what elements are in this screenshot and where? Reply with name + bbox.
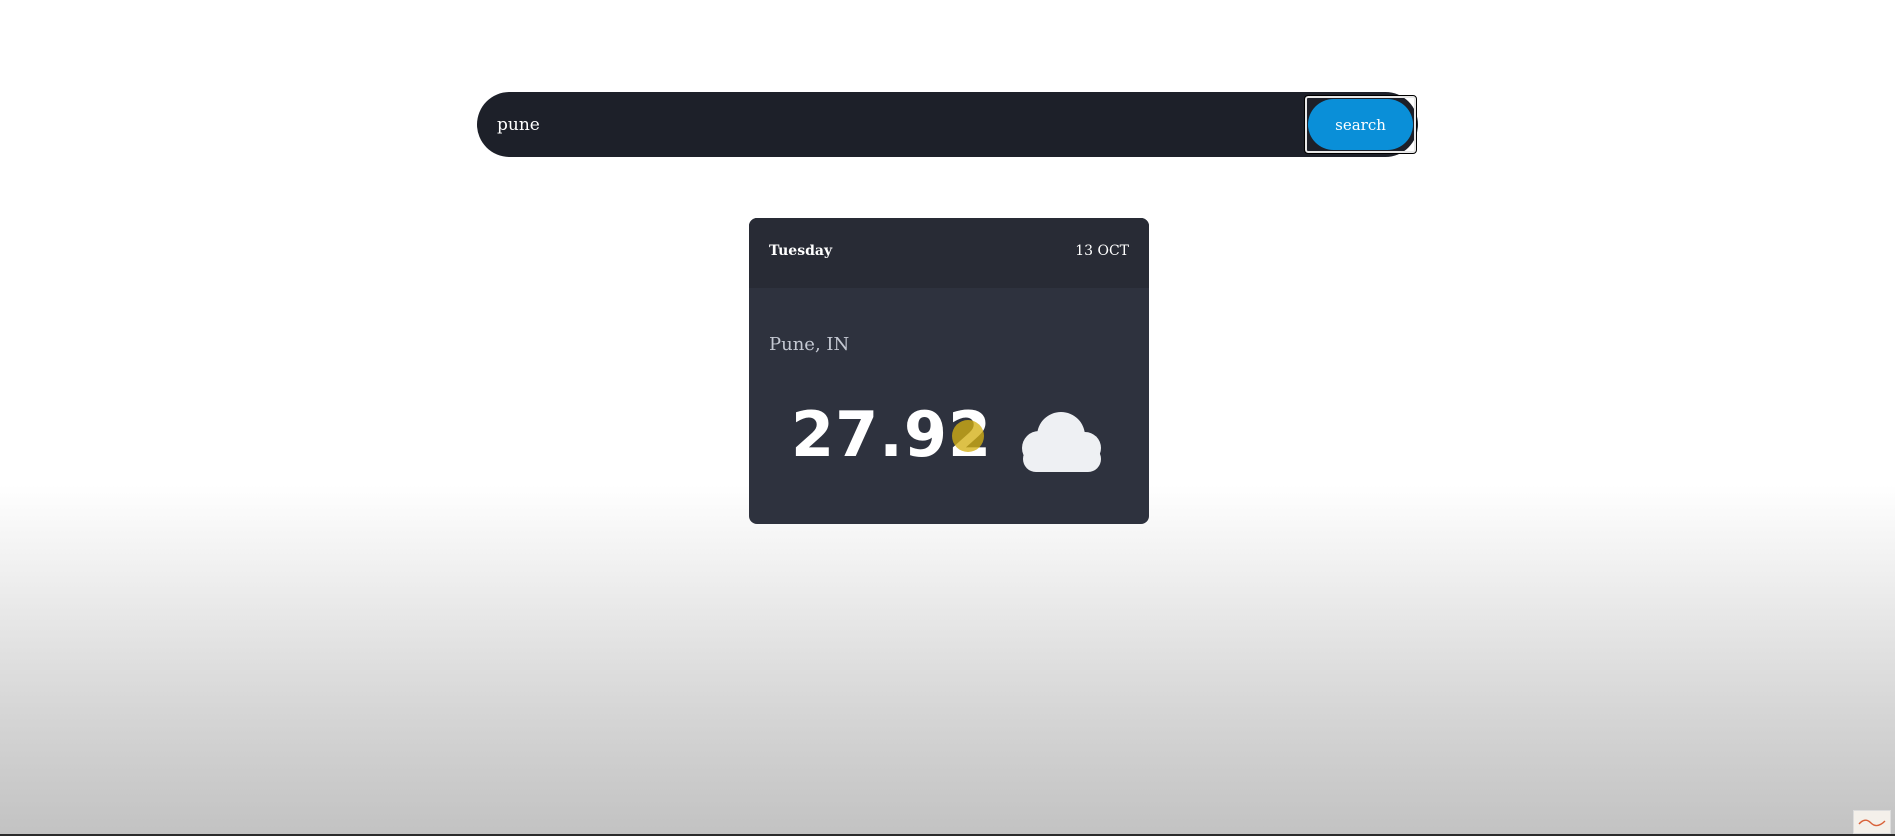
weather-card-header: Tuesday 13 OCT bbox=[749, 218, 1149, 288]
watermark-logo bbox=[1853, 810, 1891, 834]
weather-card: Tuesday 13 OCT Pune, IN 27.92 bbox=[749, 218, 1149, 524]
weather-date: 13 OCT bbox=[1075, 243, 1129, 259]
weather-location: Pune, IN bbox=[769, 334, 850, 355]
search-input[interactable] bbox=[497, 92, 1277, 157]
search-button[interactable]: search bbox=[1308, 99, 1413, 150]
weather-day: Tuesday bbox=[769, 243, 833, 259]
mouse-cursor-highlight bbox=[952, 420, 984, 452]
cloud-icon bbox=[1022, 412, 1101, 472]
search-bar: search bbox=[477, 92, 1418, 157]
